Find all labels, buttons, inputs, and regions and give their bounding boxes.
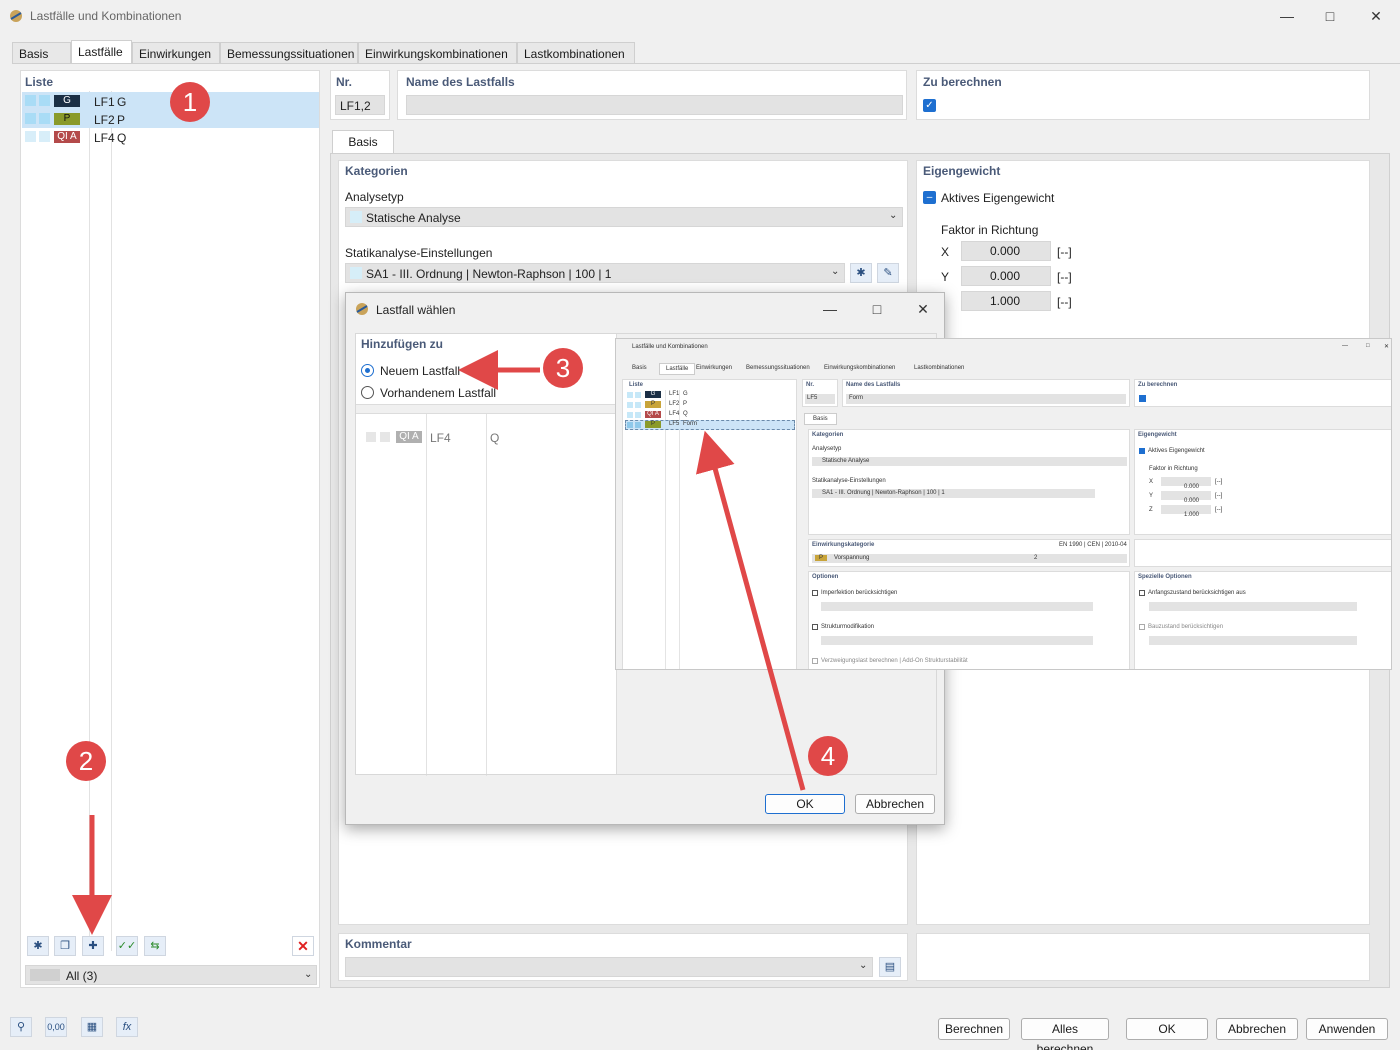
callout-3: 3 (543, 348, 583, 388)
arrow-up (695, 430, 806, 791)
callout-1: 1 (170, 82, 210, 122)
annotation-arrows (72, 350, 806, 935)
callout-4: 4 (808, 736, 848, 776)
callout-2: 2 (66, 741, 106, 781)
